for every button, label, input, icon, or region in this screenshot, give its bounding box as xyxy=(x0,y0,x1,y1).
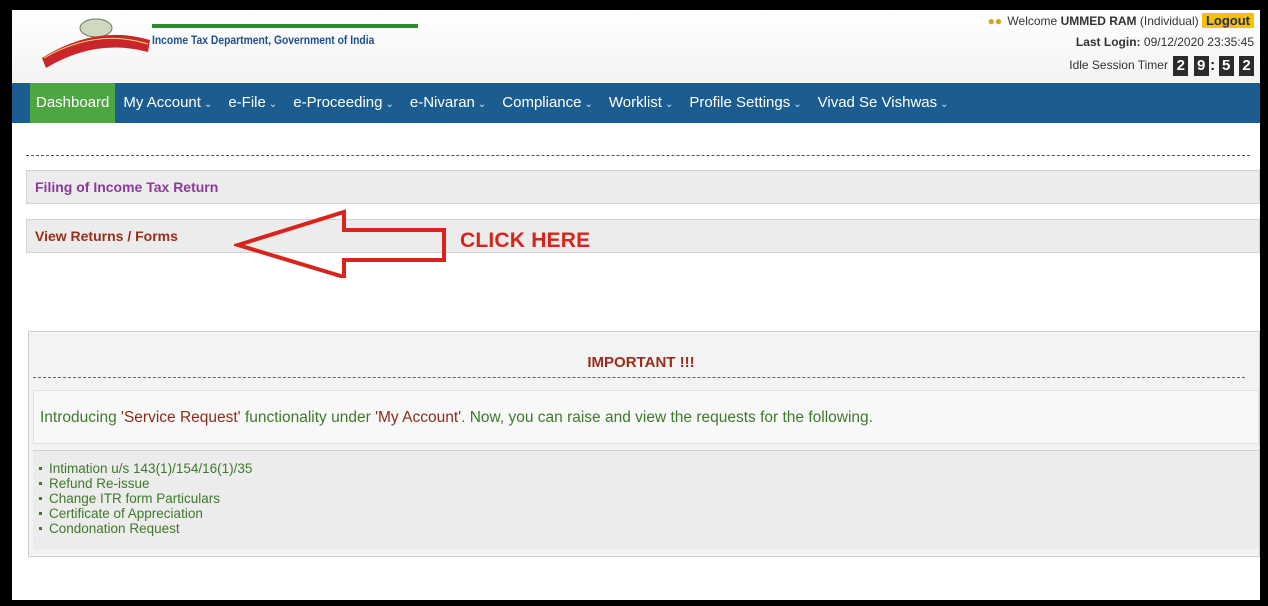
nav-compliance[interactable]: Compliance ⌄ xyxy=(494,83,601,123)
idle-timer-label: Idle Session Timer xyxy=(1069,58,1168,72)
nav-label: Compliance xyxy=(502,94,582,111)
timer-digit: 9 xyxy=(1193,55,1209,76)
list-item: Refund Re-issue xyxy=(39,476,1259,491)
page-header: Income Tax Department, Government of Ind… xyxy=(12,10,1260,82)
request-list-box: Intimation u/s 143(1)/154/16(1)/35 Refun… xyxy=(33,450,1259,550)
chevron-down-icon: ⌄ xyxy=(203,99,213,110)
nav-label: Vivad Se Vishwas xyxy=(817,94,938,111)
important-title: IMPORTANT !!! xyxy=(587,354,695,371)
user-type: (Individual) xyxy=(1139,14,1199,28)
nav-label: e-File xyxy=(228,94,266,111)
service-request-list: Intimation u/s 143(1)/154/16(1)/35 Refun… xyxy=(33,451,1259,536)
intro-text-part: functionality under xyxy=(240,409,376,426)
intro-text-part: . Now, you can raise and view the reques… xyxy=(461,409,873,426)
left-arrow-annotation xyxy=(234,209,446,278)
click-here-annotation: CLICK HERE xyxy=(460,229,591,252)
view-returns-forms-link[interactable]: View Returns / Forms xyxy=(26,219,1260,253)
header-green-rule xyxy=(152,24,418,28)
browser-frame: Income Tax Department, Government of Ind… xyxy=(0,0,1268,606)
chevron-down-icon: ⌄ xyxy=(793,99,802,110)
service-request-intro: Introducing 'Service Request' functional… xyxy=(40,409,873,427)
nav-label: Profile Settings xyxy=(689,94,791,111)
chevron-down-icon: ⌄ xyxy=(940,99,949,110)
nav-label: e-Proceeding xyxy=(293,94,383,111)
chevron-down-icon: ⌄ xyxy=(385,99,394,110)
last-login-label: Last Login: xyxy=(1075,35,1141,49)
timer-digit: 5 xyxy=(1218,55,1234,76)
nav-label: My Account xyxy=(123,94,201,111)
chevron-down-icon: ⌄ xyxy=(477,99,487,110)
nav-label: Worklist xyxy=(608,94,662,111)
intro-text-part: Introducing xyxy=(40,409,121,426)
intro-box: Introducing 'Service Request' functional… xyxy=(33,390,1259,444)
users-icon: ●● xyxy=(987,14,1003,28)
income-tax-department-logo[interactable] xyxy=(38,16,154,72)
nav-e-proceeding[interactable]: e-Proceeding ⌄ xyxy=(285,83,402,123)
nav-e-file[interactable]: e-File ⌄ xyxy=(220,83,285,123)
list-item: Intimation u/s 143(1)/154/16(1)/35 xyxy=(39,461,1259,476)
filing-section-header: Filing of Income Tax Return xyxy=(26,170,1260,204)
user-info-area: ●● Welcome UMMED RAM (Individual) Logout… xyxy=(988,13,1254,78)
last-login-value: 09/12/2020 23:35:45 xyxy=(1143,35,1254,49)
chevron-down-icon: ⌄ xyxy=(584,99,593,110)
timer-digit: 2 xyxy=(1239,55,1254,76)
list-item: Condonation Request xyxy=(39,521,1259,536)
nav-dashboard[interactable]: Dashboard xyxy=(30,83,116,123)
list-item: Certificate of Appreciation xyxy=(39,506,1259,521)
intro-highlight-my-account: 'My Account' xyxy=(375,409,462,426)
logout-button[interactable]: Logout xyxy=(1201,13,1254,28)
content-divider xyxy=(26,155,1250,156)
user-name: UMMED RAM xyxy=(1060,14,1137,28)
main-nav-bar: Dashboard My Account ⌄ e-File ⌄ e-Proceedi… xyxy=(12,83,1260,123)
important-notice-panel: IMPORTANT !!! Introducing 'Service Reque… xyxy=(28,331,1260,557)
chevron-down-icon: ⌄ xyxy=(268,99,278,110)
nav-vivad-se-vishwas[interactable]: Vivad Se Vishwas ⌄ xyxy=(810,83,957,123)
intro-highlight-service-request: 'Service Request' xyxy=(121,409,241,426)
chevron-down-icon: ⌄ xyxy=(664,99,674,110)
last-login-line: Last Login: 09/12/2020 23:35:45 xyxy=(988,34,1254,50)
nav-label: Dashboard xyxy=(36,94,110,111)
welcome-prefix: Welcome xyxy=(1007,14,1058,28)
nav-worklist[interactable]: Worklist ⌄ xyxy=(601,83,681,123)
list-item: Change ITR form Particulars xyxy=(39,491,1259,506)
nav-label: e-Nivaran xyxy=(409,94,475,111)
nav-profile-settings[interactable]: Profile Settings ⌄ xyxy=(681,83,809,123)
nav-my-account[interactable]: My Account ⌄ xyxy=(115,83,220,123)
department-name-link[interactable]: Income Tax Department, Government of Ind… xyxy=(152,33,374,47)
timer-colon: : xyxy=(1209,56,1216,74)
welcome-line: ●● Welcome UMMED RAM (Individual) Logout xyxy=(988,12,1254,30)
idle-session-timer: Idle Session Timer 2 9:5 2 xyxy=(988,52,1254,78)
timer-digit: 2 xyxy=(1173,55,1189,76)
important-divider xyxy=(33,377,1245,378)
nav-e-nivaran[interactable]: e-Nivaran ⌄ xyxy=(402,83,494,123)
